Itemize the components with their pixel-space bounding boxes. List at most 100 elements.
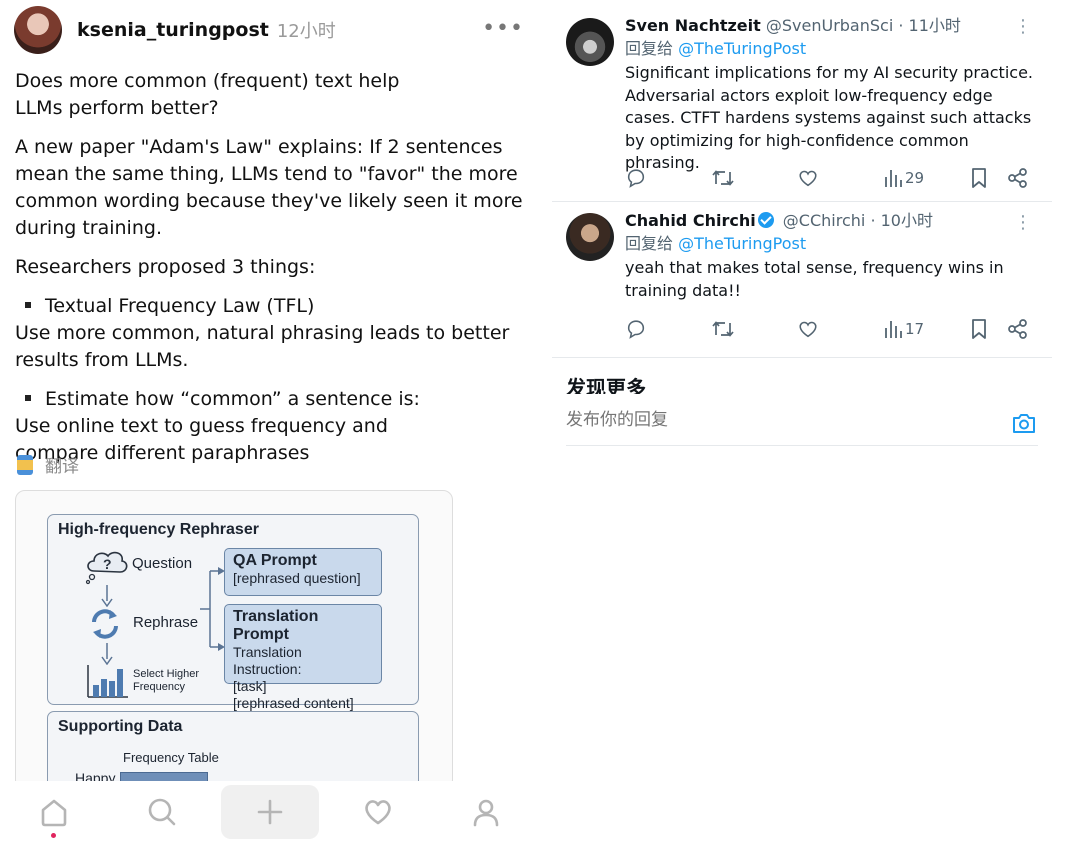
bullet-title: Textual Frequency Law (TFL) — [45, 295, 315, 317]
share-icon — [1008, 319, 1027, 339]
qa-prompt-title: QA Prompt — [233, 552, 317, 569]
translation-prompt-line: [task] — [233, 678, 267, 694]
verified-badge-icon — [757, 212, 774, 228]
qa-prompt-box: QA Prompt [rephrased question] — [224, 548, 382, 596]
post-username[interactable]: ksenia_turingpost — [77, 19, 269, 41]
avatar[interactable] — [566, 18, 614, 66]
reply-content: Sven Nachtzeit @SvenUrbanSci · 11小时 回复给 … — [625, 15, 1040, 175]
bookmark-button[interactable] — [969, 166, 989, 190]
reply-item[interactable]: Sven Nachtzeit @SvenUrbanSci · 11小时 回复给 … — [552, 0, 1052, 200]
arrow-down-icon — [101, 643, 113, 665]
threads-post-panel: ksenia_turingpost 12小时 ••• Does more com… — [0, 0, 540, 843]
figure-section-supporting-data: Supporting Data Frequency Table Happy — [47, 711, 419, 789]
rephrase-cycle-icon — [92, 609, 118, 639]
comment-icon — [627, 320, 645, 339]
views-count: 17 — [905, 320, 925, 338]
bullet-detail: Use more common, natural phrasing leads … — [15, 322, 510, 371]
tab-search[interactable] — [132, 781, 192, 843]
reply-button[interactable] — [625, 317, 647, 341]
reply-text: Significant implications for my AI secur… — [625, 63, 1033, 172]
heart-icon — [799, 170, 817, 187]
qa-prompt-line: [rephrased question] — [233, 570, 361, 586]
reply-divider — [552, 357, 1052, 358]
like-button[interactable] — [797, 317, 819, 341]
post-paragraph: Researchers proposed 3 things: — [15, 256, 316, 278]
reply-to-prefix: 回复给 — [625, 234, 674, 253]
bookmark-icon — [972, 319, 986, 339]
plus-icon — [257, 799, 283, 825]
reply-item[interactable]: Chahid Chirchi @CChirchi · 10小时 回复给 @The… — [552, 202, 1052, 357]
translate-button[interactable]: 翻译 — [17, 452, 79, 477]
reply-actions: 17 — [625, 317, 1035, 341]
like-button[interactable] — [797, 166, 819, 190]
bullet-item: Estimate how “common” a sentence is: — [15, 386, 535, 413]
branch-arrows-icon — [200, 567, 225, 651]
reply-to-line: 回复给 @TheTuringPost — [625, 232, 1040, 256]
bullet-title: Estimate how “common” a sentence is: — [45, 388, 420, 410]
select-label-line: Frequency — [133, 681, 185, 693]
heart-icon — [799, 321, 817, 338]
figure-section-title: High-frequency Rephraser — [58, 521, 259, 538]
tab-create[interactable] — [221, 785, 319, 839]
bullet-marker — [25, 302, 31, 308]
bar-chart-icon — [87, 665, 128, 698]
post-header: ksenia_turingpost 12小时 ••• — [14, 6, 534, 54]
reply-input[interactable] — [566, 410, 986, 430]
bookmark-button[interactable] — [969, 317, 989, 341]
translation-prompt-line: Translation Instruction: — [233, 644, 302, 677]
reply-to-mention[interactable]: @TheTuringPost — [678, 234, 806, 253]
bookmark-icon — [972, 168, 986, 188]
views-count: 29 — [905, 169, 925, 187]
select-higher-label: Select Higher Frequency — [133, 668, 199, 694]
rephrase-label: Rephrase — [133, 614, 199, 631]
reply-to-line: 回复给 @TheTuringPost — [625, 37, 1040, 61]
reply-composer — [566, 396, 1038, 446]
reply-to-mention[interactable]: @TheTuringPost — [678, 39, 806, 58]
views-button[interactable]: 17 — [883, 317, 924, 341]
views-button[interactable]: 29 — [883, 166, 924, 190]
reply-content: Chahid Chirchi @CChirchi · 10小时 回复给 @The… — [625, 210, 1040, 302]
post-figure-image[interactable]: High-frequency Rephraser ? Question Reph… — [15, 490, 453, 790]
home-icon — [41, 799, 67, 827]
post-paragraph: A new paper "Adam's Law" explains: If 2 … — [15, 136, 523, 239]
avatar[interactable] — [14, 6, 62, 54]
heart-icon — [365, 800, 391, 825]
repost-button[interactable] — [711, 166, 735, 190]
avatar[interactable] — [566, 213, 614, 261]
reply-author-handle[interactable]: @CChirchi — [783, 211, 866, 230]
post-timestamp: 12小时 — [276, 21, 336, 42]
share-button[interactable] — [1007, 166, 1029, 190]
tab-profile[interactable] — [456, 781, 516, 843]
question-label: Question — [132, 555, 193, 572]
reply-author-name[interactable]: Chahid Chirchi — [625, 211, 756, 230]
reply-author-name[interactable]: Sven Nachtzeit — [625, 16, 761, 35]
frequency-table-label: Frequency Table — [123, 750, 219, 765]
arrow-down-icon — [101, 585, 113, 607]
more-options-icon[interactable]: ⋮ — [1014, 212, 1032, 233]
share-button[interactable] — [1007, 317, 1029, 341]
repost-icon — [712, 321, 734, 337]
post-paragraph: Does more common (frequent) text help LL… — [15, 70, 400, 119]
repost-button[interactable] — [711, 317, 735, 341]
translation-prompt-box: Translation Prompt Translation Instructi… — [224, 604, 382, 711]
more-options-icon[interactable]: ⋮ — [1014, 16, 1032, 37]
tab-activity[interactable] — [348, 781, 408, 843]
reply-button[interactable] — [625, 166, 647, 190]
reply-actions: 29 — [625, 166, 1035, 190]
post-body: Does more common (frequent) text help LL… — [15, 68, 535, 479]
svg-text:?: ? — [103, 556, 112, 572]
figure-section-rephraser: High-frequency Rephraser ? Question Reph… — [47, 514, 419, 711]
views-icon — [885, 321, 902, 338]
reply-header: Chahid Chirchi @CChirchi · 10小时 — [625, 210, 1040, 232]
reply-author-handle[interactable]: @SvenUrbanSci — [766, 16, 893, 35]
thought-cloud-icon: ? — [85, 551, 128, 585]
figure-section-title: Supporting Data — [58, 718, 183, 735]
repost-icon — [712, 170, 734, 186]
views-icon — [885, 170, 902, 187]
bottom-tab-bar — [0, 781, 540, 843]
reply-time: · 10小时 — [870, 211, 933, 230]
profile-icon — [473, 799, 499, 827]
more-options-icon[interactable]: ••• — [482, 16, 524, 41]
translate-icon — [17, 454, 33, 475]
camera-icon[interactable] — [1012, 412, 1036, 434]
